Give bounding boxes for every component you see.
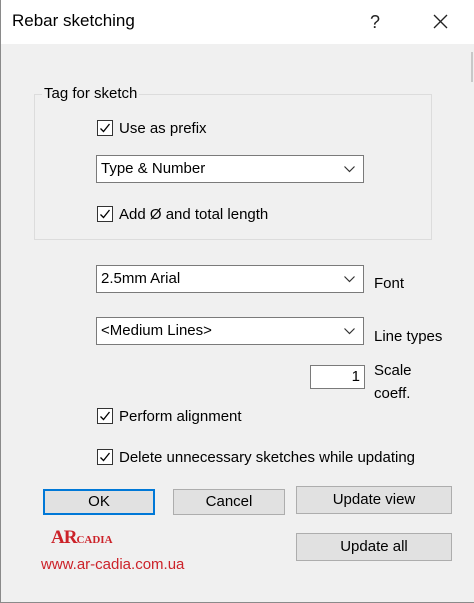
update-view-button[interactable]: Update view — [296, 486, 452, 514]
perform-alignment-check[interactable] — [97, 408, 113, 424]
vertical-scrollbar[interactable] — [469, 44, 474, 600]
checkmark-icon — [100, 123, 111, 133]
add-length-check[interactable] — [97, 206, 113, 222]
tag-type-value: Type & Number — [101, 160, 206, 177]
perform-alignment-checkbox[interactable]: Perform alignment — [97, 406, 242, 426]
perform-alignment-label: Perform alignment — [119, 407, 242, 425]
close-button[interactable] — [417, 0, 463, 44]
logo-cadia-text: CADIA — [76, 534, 113, 546]
tag-group-label: Tag for sketch — [42, 85, 140, 102]
close-icon — [433, 14, 448, 29]
use-prefix-check[interactable] — [97, 120, 113, 136]
arcadia-logo: AR CADIA — [51, 527, 113, 549]
checkmark-icon — [100, 411, 111, 421]
delete-sketches-label: Delete unnecessary sketches while updati… — [119, 448, 416, 466]
font-dropdown[interactable]: 2.5mm Arial — [96, 265, 364, 293]
title-bar[interactable]: Rebar sketching ? — [1, 0, 474, 44]
line-types-dropdown[interactable]: <Medium Lines> — [96, 317, 364, 345]
tag-type-dropdown[interactable]: Type & Number — [96, 155, 364, 183]
dialog-title: Rebar sketching — [12, 11, 135, 30]
checkmark-icon — [100, 209, 111, 219]
line-types-value: <Medium Lines> — [101, 322, 212, 339]
chevron-down-icon — [344, 166, 355, 173]
scrollbar-thumb[interactable] — [471, 52, 473, 82]
line-types-label: Line types — [374, 328, 443, 345]
help-icon: ? — [369, 12, 380, 32]
delete-sketches-check[interactable] — [97, 449, 113, 465]
chevron-down-icon — [344, 328, 355, 335]
checkmark-icon — [100, 452, 111, 462]
use-prefix-checkbox[interactable]: Use as prefix — [97, 118, 207, 138]
add-length-label: Add Ø and total length — [119, 205, 269, 223]
help-button[interactable]: ? — [353, 0, 397, 44]
scale-label: Scale — [374, 362, 412, 379]
rebar-sketching-dialog: Rebar sketching ? Tag for sketch Use as … — [0, 0, 474, 603]
website-link[interactable]: www.ar-cadia.com.ua — [41, 556, 184, 573]
cancel-button[interactable]: Cancel — [173, 489, 285, 515]
use-prefix-label: Use as prefix — [119, 119, 207, 137]
font-value: 2.5mm Arial — [101, 270, 181, 287]
coeff-label: coeff. — [374, 385, 411, 402]
update-all-button[interactable]: Update all — [296, 533, 452, 561]
scale-coeff-input[interactable]: 1 — [310, 365, 365, 389]
logo-ar-text: AR — [51, 527, 77, 548]
delete-sketches-checkbox[interactable]: Delete unnecessary sketches while updati… — [97, 447, 415, 467]
add-length-checkbox[interactable]: Add Ø and total length — [97, 204, 268, 224]
ok-button[interactable]: OK — [43, 489, 155, 515]
font-label: Font — [374, 275, 405, 292]
chevron-down-icon — [344, 276, 355, 283]
